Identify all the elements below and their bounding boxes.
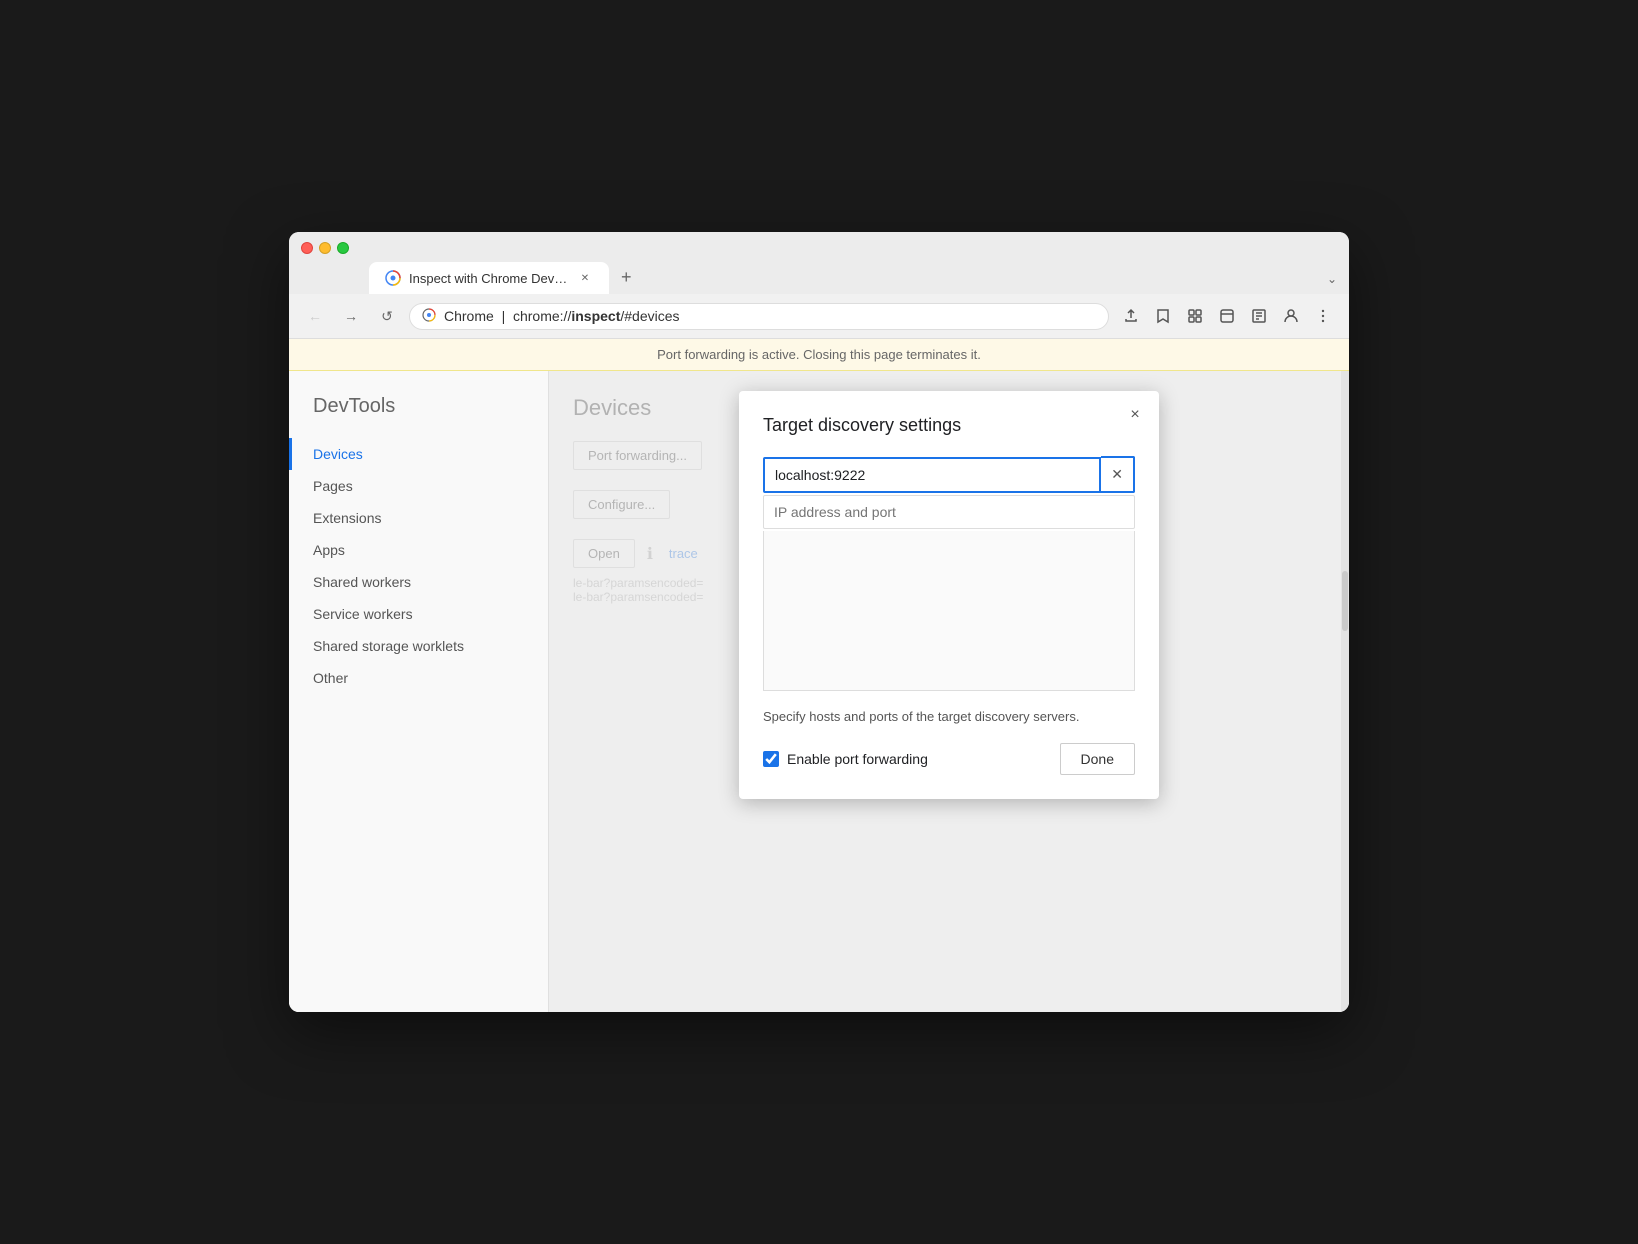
active-tab[interactable]: Inspect with Chrome Develope... ✕: [369, 262, 609, 294]
address-bar: ← → ↺ Chrome | chrome://inspect/#devices: [289, 294, 1349, 339]
forward-button[interactable]: →: [337, 302, 365, 330]
browser-window: Inspect with Chrome Develope... ✕ + ⌄ ← …: [289, 232, 1349, 1012]
close-button[interactable]: [301, 242, 313, 254]
tab-favicon: [385, 270, 401, 286]
sidebar-item-devices[interactable]: Devices: [289, 438, 548, 470]
sidebar-item-shared-storage-worklets[interactable]: Shared storage worklets: [289, 630, 548, 662]
modal-footer: Enable port forwarding Done: [763, 743, 1135, 775]
tab-close-icon[interactable]: ✕: [577, 270, 593, 286]
modal-overlay: × Target discovery settings ✕: [549, 371, 1349, 1012]
address-text: Chrome | chrome://inspect/#devices: [444, 308, 1096, 324]
title-bar: Inspect with Chrome Develope... ✕ + ⌄: [289, 232, 1349, 294]
tab-overflow-icon[interactable]: ⌄: [1315, 264, 1349, 294]
done-button[interactable]: Done: [1060, 743, 1135, 775]
modal-input-row: ✕: [763, 456, 1135, 493]
modal-hint-text: Specify hosts and ports of the target di…: [763, 709, 1079, 724]
reading-mode-icon[interactable]: [1245, 302, 1273, 330]
info-banner-text: Port forwarding is active. Closing this …: [657, 347, 981, 362]
extensions-icon[interactable]: [1181, 302, 1209, 330]
more-menu-icon[interactable]: [1309, 302, 1337, 330]
new-tab-button[interactable]: +: [609, 260, 644, 294]
minimize-button[interactable]: [319, 242, 331, 254]
enable-forwarding-text: Enable port forwarding: [787, 751, 928, 767]
main-content: DevTools Devices Pages Extensions Apps S…: [289, 371, 1349, 1012]
enable-forwarding-checkbox[interactable]: [763, 751, 779, 767]
devtools-icon[interactable]: [1213, 302, 1241, 330]
content-area: Devices Port forwarding... Configure... …: [549, 371, 1349, 1012]
target-discovery-modal: × Target discovery settings ✕: [739, 391, 1159, 799]
input-clear-button[interactable]: ✕: [1101, 456, 1135, 493]
share-icon[interactable]: [1117, 302, 1145, 330]
modal-hint: Specify hosts and ports of the target di…: [763, 707, 1135, 727]
address-input-wrapper[interactable]: Chrome | chrome://inspect/#devices: [409, 303, 1109, 330]
toolbar-icons: [1117, 302, 1337, 330]
ip-port-input[interactable]: [763, 495, 1135, 529]
placeholder-input-wrapper: [763, 495, 1135, 531]
sidebar-item-apps[interactable]: Apps: [289, 534, 548, 566]
modal-title: Target discovery settings: [763, 415, 1135, 436]
sidebar-item-other[interactable]: Other: [289, 662, 548, 694]
bookmark-icon[interactable]: [1149, 302, 1177, 330]
site-icon: [422, 308, 436, 325]
info-banner: Port forwarding is active. Closing this …: [289, 339, 1349, 371]
tab-title: Inspect with Chrome Develope...: [409, 271, 569, 286]
sidebar-title: DevTools: [289, 395, 548, 438]
sidebar-item-shared-workers[interactable]: Shared workers: [289, 566, 548, 598]
modal-list-area: [763, 531, 1135, 691]
modal-close-button[interactable]: ×: [1123, 403, 1147, 427]
back-button[interactable]: ←: [301, 302, 329, 330]
traffic-lights: [301, 242, 349, 254]
tabs-row: Inspect with Chrome Develope... ✕ + ⌄: [289, 254, 1349, 294]
sidebar-item-extensions[interactable]: Extensions: [289, 502, 548, 534]
maximize-button[interactable]: [337, 242, 349, 254]
sidebar-item-service-workers[interactable]: Service workers: [289, 598, 548, 630]
sidebar: DevTools Devices Pages Extensions Apps S…: [289, 371, 549, 1012]
discovery-host-input[interactable]: [763, 457, 1101, 493]
enable-forwarding-label[interactable]: Enable port forwarding: [763, 751, 1048, 767]
reload-button[interactable]: ↺: [373, 302, 401, 330]
profile-icon[interactable]: [1277, 302, 1305, 330]
url-bold-part: inspect: [571, 308, 620, 324]
sidebar-item-pages[interactable]: Pages: [289, 470, 548, 502]
